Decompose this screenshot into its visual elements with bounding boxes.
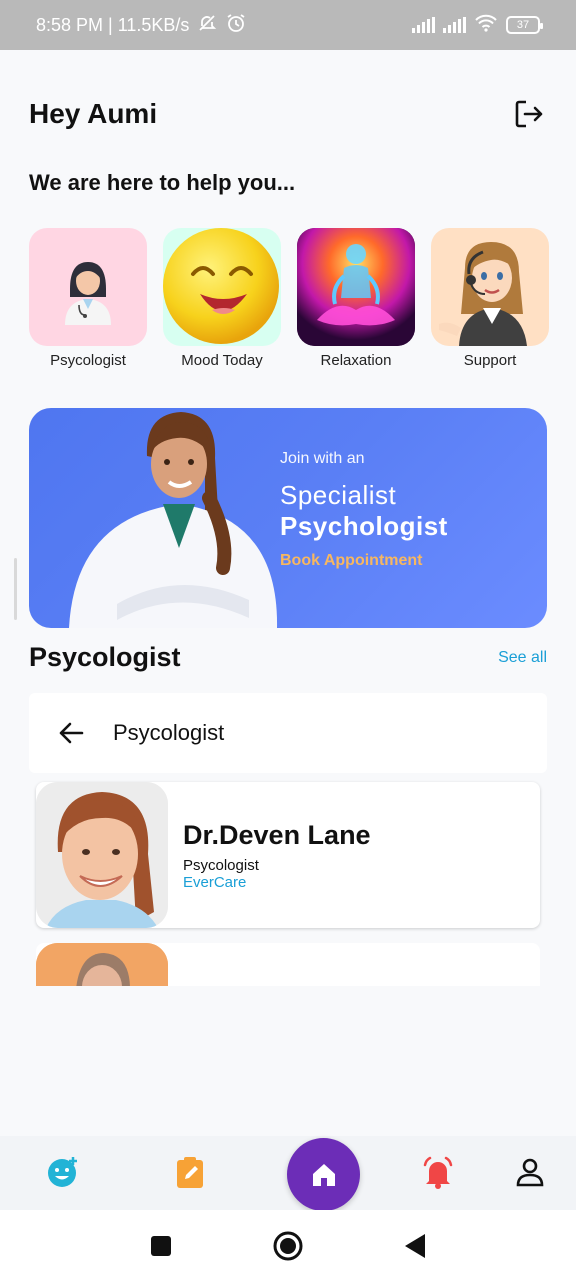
- back-button[interactable]: [57, 719, 85, 747]
- doctor-card[interactable]: Dr.Deven Lane Psycologist EverCare: [36, 782, 540, 928]
- square-icon: [151, 1236, 171, 1256]
- banner-doctor-illustration: [69, 412, 278, 628]
- arrow-left-icon: [59, 722, 84, 744]
- nav-mood[interactable]: [45, 1154, 81, 1190]
- scroll-indicator: [14, 558, 17, 620]
- doctor-name: Dr.Deven Lane: [183, 819, 371, 850]
- doctor-avatar: [36, 782, 168, 928]
- mute-icon: [197, 13, 217, 38]
- nav-alarm[interactable]: [420, 1154, 456, 1190]
- mood-tile: [163, 228, 281, 346]
- doctor-card[interactable]: [36, 943, 540, 986]
- battery-icon: 37: [506, 16, 543, 34]
- nav-profile[interactable]: [512, 1154, 548, 1190]
- greeting-title: Hey Aumi: [29, 98, 158, 129]
- category-psycologist[interactable]: Psycologist: [29, 228, 147, 369]
- doctor-photo: [36, 782, 168, 928]
- section-header: Psycologist See all: [29, 642, 547, 673]
- search-query: Psycologist: [113, 720, 225, 745]
- category-label: Relaxation: [320, 352, 392, 369]
- category-label: Psycologist: [50, 352, 126, 369]
- battery-level: 37: [516, 19, 530, 31]
- profile-icon: [516, 1158, 544, 1187]
- promo-banner[interactable]: Join with an Specialist Psychologist Boo…: [29, 408, 547, 628]
- category-label: Mood Today: [181, 352, 263, 369]
- banner-line1: Join with an: [280, 450, 365, 467]
- doctor-tile: [29, 228, 147, 346]
- category-label: Support: [463, 352, 517, 369]
- book-appointment-link[interactable]: Book Appointment: [280, 552, 448, 570]
- system-nav-bar: [0, 1210, 576, 1280]
- home-system-button[interactable]: [272, 1230, 304, 1262]
- support-agent-icon: [439, 242, 527, 346]
- nav-notes[interactable]: [172, 1154, 208, 1190]
- header: Hey Aumi: [29, 96, 547, 132]
- see-all-link[interactable]: See all: [498, 649, 547, 667]
- search-bar[interactable]: Psycologist: [29, 693, 547, 773]
- mood-face-icon: [48, 1157, 77, 1187]
- notes-icon: [177, 1157, 203, 1188]
- triangle-back-icon: [405, 1234, 425, 1258]
- relaxation-tile: [297, 228, 415, 346]
- logout-icon: [515, 100, 543, 128]
- status-bar: 8:58 PM | 11.5KB/s 37: [0, 0, 576, 50]
- home-icon: [312, 1163, 335, 1186]
- help-subtitle: We are here to help you...: [29, 170, 296, 195]
- banner-line2: Specialist: [280, 480, 397, 510]
- circle-icon: [273, 1231, 303, 1261]
- section-title: Psycologist: [29, 642, 181, 672]
- alarm-bell-icon: [423, 1156, 453, 1189]
- wifi-icon: [474, 14, 498, 37]
- signal-icon-2: [443, 17, 466, 33]
- category-relaxation[interactable]: Relaxation: [297, 228, 415, 369]
- back-system-button[interactable]: [399, 1230, 431, 1262]
- doctor-org: EverCare: [183, 873, 247, 891]
- logout-button[interactable]: [511, 96, 547, 132]
- banner-text: Join with an Specialist Psychologist Boo…: [280, 450, 448, 570]
- category-mood-today[interactable]: Mood Today: [163, 228, 281, 369]
- status-time: 8:58 PM | 11.5KB/s: [36, 14, 190, 35]
- doctor-role: Psycologist: [183, 856, 259, 874]
- category-row: Psycologist Mood Today Relaxation Suppor…: [29, 228, 549, 369]
- signal-icon: [412, 17, 435, 33]
- banner-line3: Psychologist: [280, 511, 448, 541]
- home-button[interactable]: [287, 1138, 360, 1211]
- category-support[interactable]: Support: [431, 228, 549, 369]
- doctor-photo: [36, 943, 168, 986]
- doctor-avatar: [36, 943, 168, 986]
- support-tile: [431, 228, 549, 346]
- smiley-icon: [163, 228, 279, 344]
- alarm-clock-icon: [225, 12, 247, 39]
- meditation-icon: [297, 228, 415, 346]
- doctor-info: Dr.Deven Lane Psycologist EverCare: [183, 820, 371, 891]
- recents-button[interactable]: [145, 1230, 177, 1262]
- doctor-icon: [65, 262, 111, 325]
